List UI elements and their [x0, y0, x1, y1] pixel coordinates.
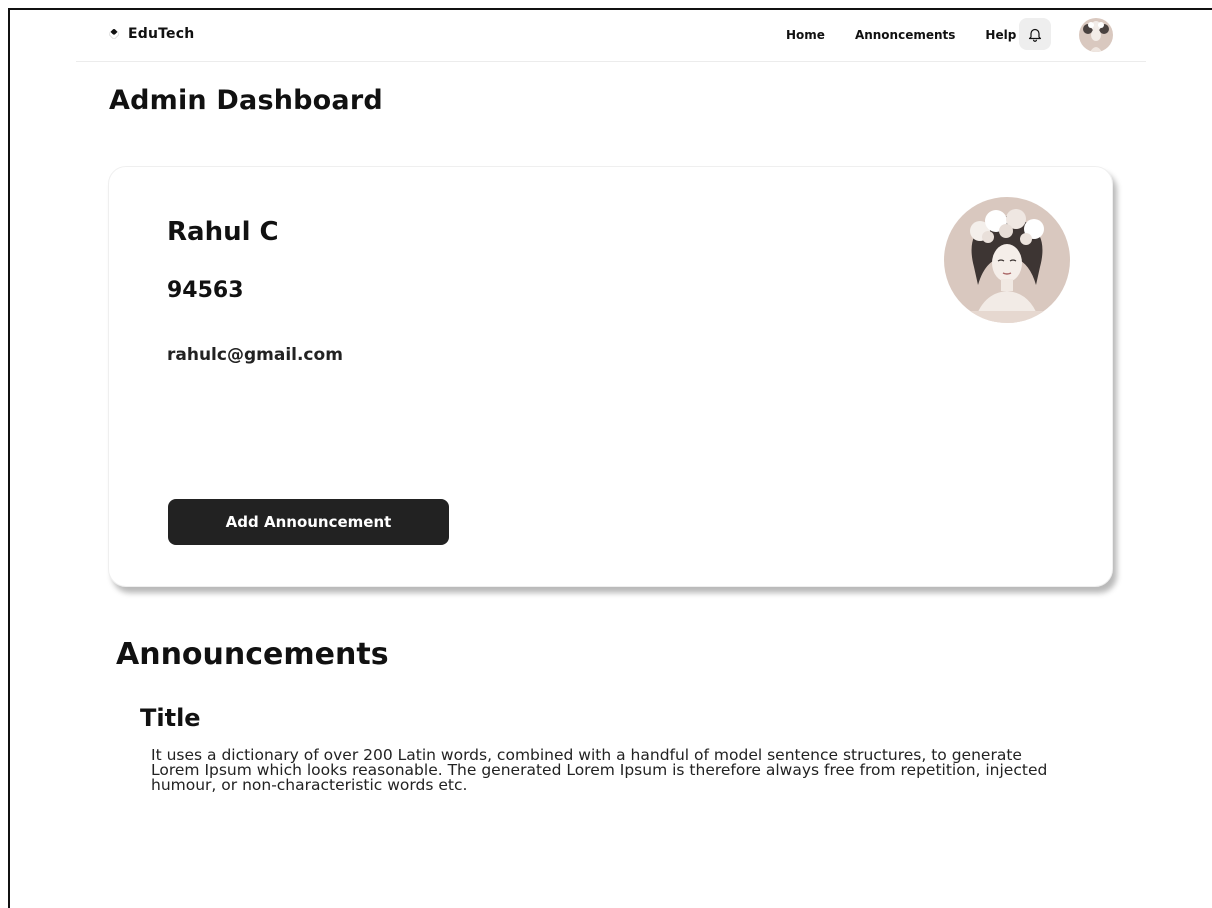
announcement-title: Title	[140, 704, 201, 732]
profile-avatar	[944, 197, 1070, 323]
profile-card: Rahul C 94563 rahulc@gmail.com Add Annou…	[108, 166, 1113, 587]
nav-link-home[interactable]: Home	[786, 28, 825, 42]
add-announcement-button[interactable]: Add Announcement	[168, 499, 449, 545]
announcement-body: It uses a dictionary of over 200 Latin w…	[151, 746, 1048, 794]
nav-link-announcements[interactable]: Annoncements	[855, 28, 955, 42]
notifications-button[interactable]	[1019, 18, 1051, 50]
announcements-section-title: Announcements	[116, 637, 389, 672]
brand-logo-icon	[108, 28, 120, 40]
profile-id: 94563	[167, 278, 244, 303]
nav-links: Home Annoncements Help	[786, 28, 1016, 42]
profile-email: rahulc@gmail.com	[167, 345, 343, 365]
top-navbar: EduTech Home Annoncements Help	[76, 10, 1146, 62]
avatar-image	[1079, 18, 1113, 52]
brand-name: EduTech	[128, 26, 195, 42]
user-avatar[interactable]	[1079, 18, 1113, 52]
brand[interactable]: EduTech	[108, 26, 195, 42]
page-title: Admin Dashboard	[109, 85, 383, 116]
profile-avatar-image	[944, 197, 1070, 323]
nav-link-help[interactable]: Help	[985, 28, 1016, 42]
profile-name: Rahul C	[167, 217, 279, 247]
bell-icon	[1028, 28, 1042, 42]
